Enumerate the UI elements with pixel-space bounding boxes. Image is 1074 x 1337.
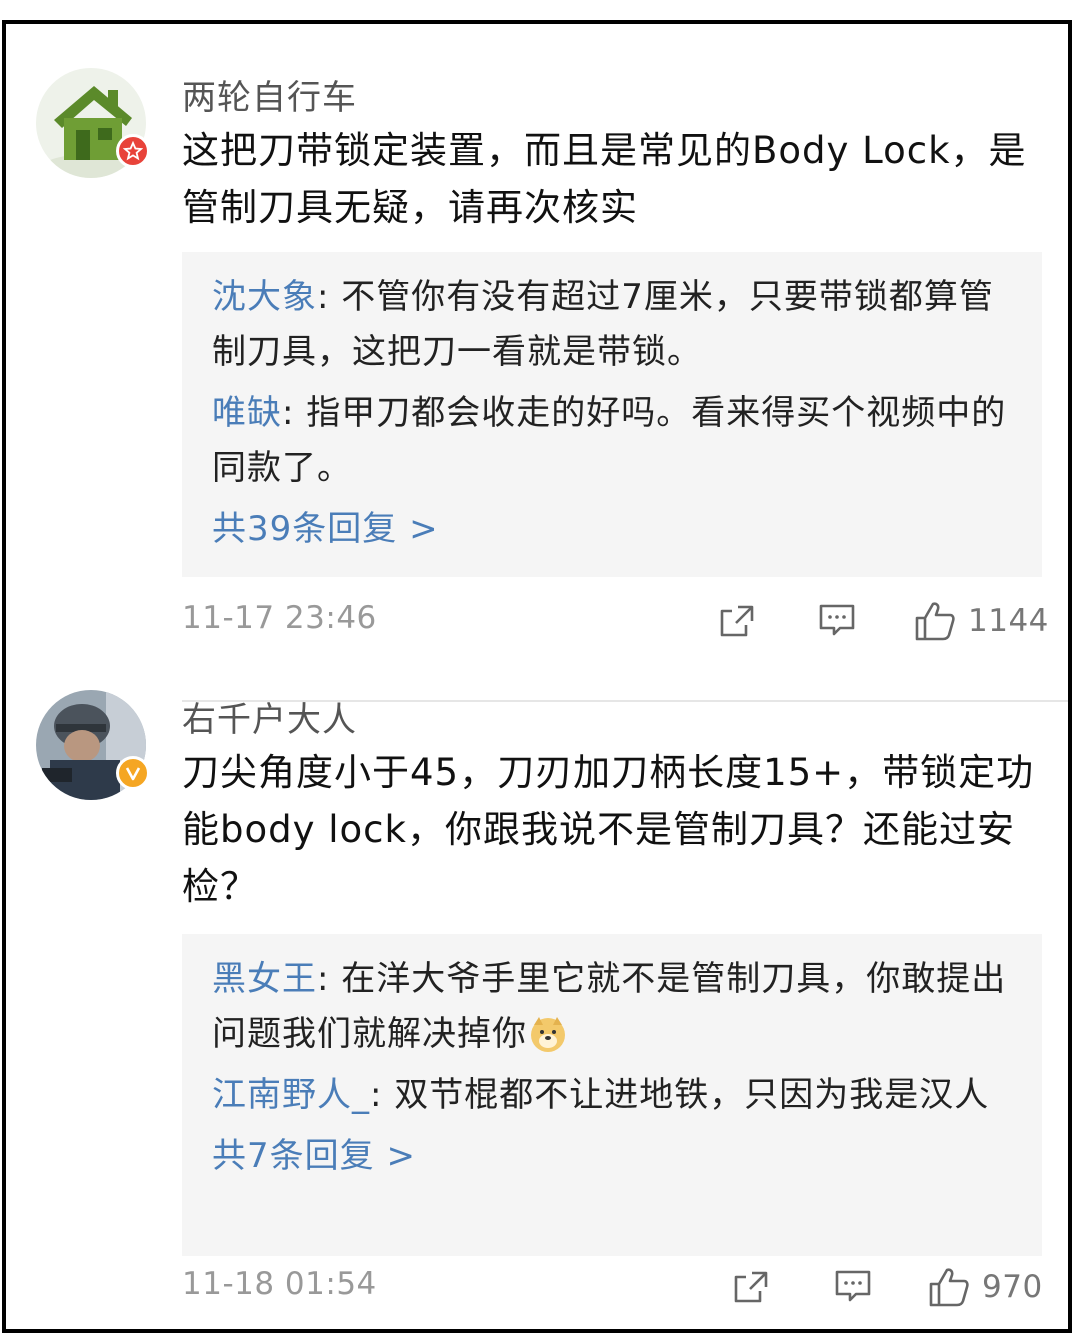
more-replies-link[interactable]: 共39条回复 > bbox=[212, 502, 1014, 557]
reply-item: 江南野人_: 双节棍都不让进地铁，只因为我是汉人 bbox=[212, 1068, 1014, 1123]
comment-text: 这把刀带锁定装置，而且是常见的Body Lock，是管制刀具无疑，请再次核实 bbox=[182, 129, 1027, 229]
reply-text: : 在洋大爷手里它就不是管制刀具，你敢提出问题我们就解决掉你 bbox=[212, 959, 1007, 1054]
share-icon bbox=[720, 605, 754, 637]
doge-emoji-icon bbox=[531, 1017, 565, 1052]
reply-username[interactable]: 唯缺 bbox=[212, 393, 282, 433]
avatar[interactable] bbox=[36, 68, 150, 178]
top-cut-header bbox=[0, 0, 1074, 20]
comment-meta: 11-17 23:46 1144 bbox=[182, 596, 1048, 646]
thumbs-up-icon bbox=[929, 1268, 969, 1307]
reply-item: 沈大象: 不管你有没有超过7厘米，只要带锁都算管制刀具，这把刀一看就是带锁。 bbox=[212, 270, 1014, 380]
username[interactable]: 两轮自行车 bbox=[182, 70, 357, 119]
like-button[interactable]: 1144 bbox=[914, 596, 1049, 646]
reply-button[interactable] bbox=[834, 1262, 872, 1312]
comment-meta: 11-18 01:54 970 bbox=[182, 1262, 1042, 1312]
share-button[interactable] bbox=[718, 596, 756, 646]
like-button[interactable]: 970 bbox=[928, 1262, 1043, 1312]
comment-icon bbox=[835, 1270, 871, 1302]
more-replies-link[interactable]: 共7条回复 > bbox=[212, 1129, 1014, 1184]
comment-list: 两轮自行车 这把刀带锁定装置，而且是常见的Body Lock，是管制刀具无疑，请… bbox=[2, 20, 1072, 1333]
reply-box[interactable]: 沈大象: 不管你有没有超过7厘米，只要带锁都算管制刀具，这把刀一看就是带锁。 唯… bbox=[182, 252, 1042, 577]
share-icon bbox=[734, 1271, 768, 1303]
reply-text: : 不管你有没有超过7厘米，只要带锁都算管制刀具，这把刀一看就是带锁。 bbox=[212, 277, 994, 372]
username[interactable]: 右千户大人 bbox=[182, 692, 357, 741]
verified-badge-icon bbox=[116, 756, 150, 790]
share-button[interactable] bbox=[732, 1262, 770, 1312]
reply-text: : 指甲刀都会收走的好吗。看来得买个视频中的同款了。 bbox=[212, 393, 1007, 488]
reply-button[interactable] bbox=[818, 596, 856, 646]
thumbs-up-icon bbox=[915, 602, 955, 641]
timestamp: 11-18 01:54 bbox=[182, 1266, 377, 1302]
comment-icon bbox=[819, 604, 855, 636]
like-count: 1144 bbox=[968, 603, 1049, 639]
reply-item: 唯缺: 指甲刀都会收走的好吗。看来得买个视频中的同款了。 bbox=[212, 386, 1014, 496]
like-count: 970 bbox=[982, 1269, 1043, 1305]
comment-text: 刀尖角度小于45，刀刃加刀柄长度15+，带锁定功能body lock，你跟我说不… bbox=[182, 751, 1035, 908]
reply-username[interactable]: 黑女王 bbox=[212, 959, 317, 999]
reply-item: 黑女王: 在洋大爷手里它就不是管制刀具，你敢提出问题我们就解决掉你 bbox=[212, 952, 1014, 1062]
reply-box[interactable]: 黑女王: 在洋大爷手里它就不是管制刀具，你敢提出问题我们就解决掉你 江南野人_:… bbox=[182, 934, 1042, 1256]
avatar[interactable] bbox=[36, 690, 150, 800]
reply-text: : 双节棍都不让进地铁，只因为我是汉人 bbox=[370, 1075, 990, 1115]
timestamp: 11-17 23:46 bbox=[182, 600, 377, 636]
reply-username[interactable]: 沈大象 bbox=[212, 277, 317, 317]
reply-username[interactable]: 江南野人_ bbox=[212, 1075, 370, 1115]
badge-icon bbox=[116, 134, 150, 168]
